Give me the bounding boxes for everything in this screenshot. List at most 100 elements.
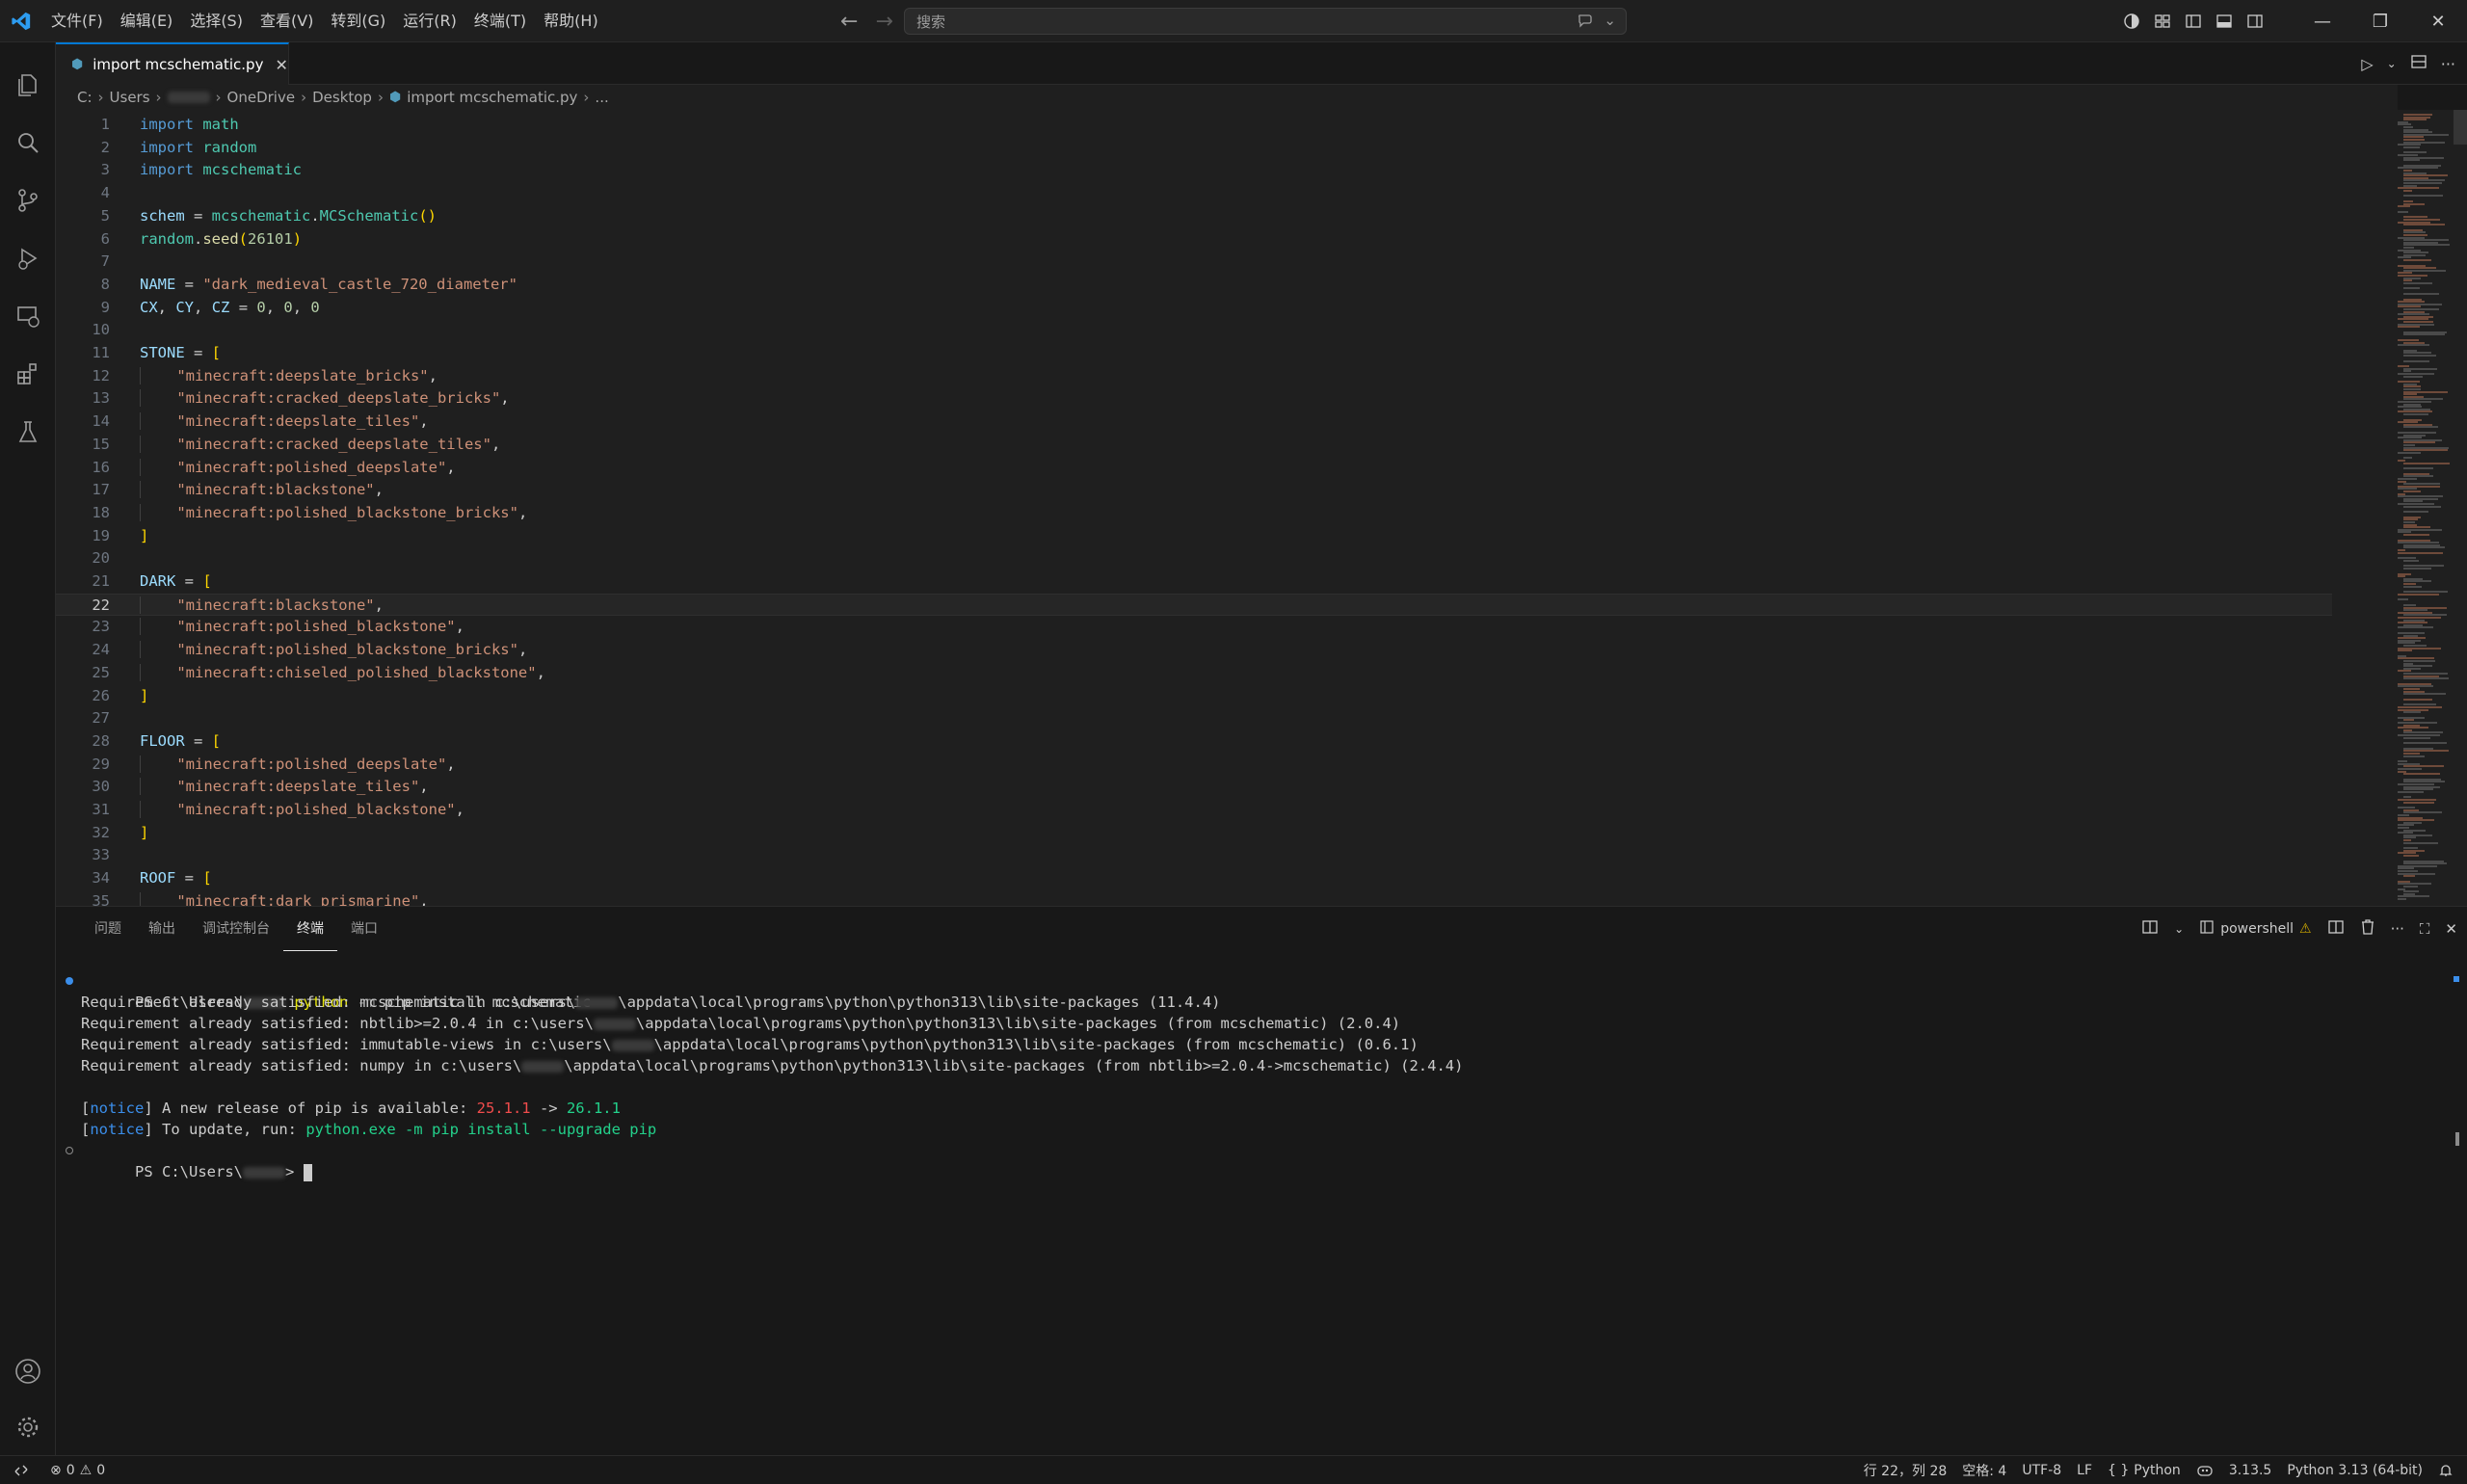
more-actions-icon[interactable]: ···: [2391, 920, 2404, 938]
code-line[interactable]: 32]: [56, 822, 2332, 845]
code-line[interactable]: 20: [56, 547, 2332, 570]
forward-arrow-icon[interactable]: →: [875, 10, 892, 34]
menu-selection[interactable]: 选择(S): [181, 0, 252, 42]
maximize-panel-icon[interactable]: ⛶: [2420, 920, 2430, 938]
testing-flask-icon[interactable]: [0, 404, 56, 460]
code-line[interactable]: 24 "minecraft:polished_blackstone_bricks…: [56, 639, 2332, 662]
code-line[interactable]: 27: [56, 707, 2332, 730]
code-line[interactable]: 19]: [56, 525, 2332, 548]
remote-explorer-icon[interactable]: [0, 288, 56, 344]
menu-go[interactable]: 转到(G): [322, 0, 394, 42]
split-editor-icon[interactable]: [2410, 53, 2427, 74]
breadcrumb-users[interactable]: Users: [110, 89, 150, 106]
language-mode[interactable]: { } Python: [2100, 1456, 2188, 1484]
menu-view[interactable]: 查看(V): [252, 0, 322, 42]
menu-edit[interactable]: 编辑(E): [112, 0, 182, 42]
code-line[interactable]: 13 "minecraft:cracked_deepslate_bricks",: [56, 387, 2332, 411]
menu-help[interactable]: 帮助(H): [535, 0, 607, 42]
command-center-search[interactable]: 搜索 ⌄: [904, 8, 1627, 35]
command-pending-icon[interactable]: [66, 1147, 73, 1154]
code-line[interactable]: 26]: [56, 685, 2332, 708]
menu-file[interactable]: 文件(F): [42, 0, 112, 42]
back-arrow-icon[interactable]: ←: [840, 10, 858, 34]
code-line[interactable]: 8 NAME = "dark_medieval_castle_720_diamet…: [56, 274, 2332, 297]
python-version-short[interactable]: 3.13.5: [2221, 1456, 2280, 1484]
code-line[interactable]: 22 "minecraft:blackstone",: [56, 593, 2332, 617]
close-window-icon[interactable]: ✕: [2409, 0, 2467, 42]
python-interpreter[interactable]: Python 3.13 (64-bit): [2279, 1456, 2430, 1484]
problems-status[interactable]: ⊗ 0 ⚠ 0: [42, 1456, 113, 1484]
breadcrumb-more[interactable]: ...: [595, 89, 608, 106]
code-line[interactable]: 12 "minecraft:deepslate_bricks",: [56, 365, 2332, 388]
command-success-icon[interactable]: [66, 977, 73, 985]
code-line[interactable]: 1 import math: [56, 114, 2332, 137]
remote-indicator-icon[interactable]: [0, 1456, 42, 1484]
close-panel-icon[interactable]: ✕: [2445, 920, 2457, 938]
code-line[interactable]: 31 "minecraft:polished_blackstone",: [56, 799, 2332, 822]
editor-scrollbar[interactable]: [2454, 110, 2467, 906]
more-actions-icon[interactable]: ···: [2441, 55, 2455, 73]
breadcrumb-drive[interactable]: C:: [77, 89, 93, 106]
tab-debug-console[interactable]: 调试控制台: [189, 907, 283, 951]
code-line[interactable]: 15 "minecraft:cracked_deepslate_tiles",: [56, 434, 2332, 457]
code-line[interactable]: 33: [56, 844, 2332, 867]
notifications-bell-icon[interactable]: [2430, 1456, 2461, 1484]
code-line[interactable]: 23 "minecraft:polished_blackstone",: [56, 616, 2332, 639]
code-line[interactable]: 5 schem = mcschematic.MCSchematic(): [56, 205, 2332, 228]
tab-problems[interactable]: 问题: [81, 907, 135, 951]
code-line[interactable]: 34 ROOF = [: [56, 867, 2332, 890]
code-line[interactable]: 17 "minecraft:blackstone",: [56, 479, 2332, 502]
tab-output[interactable]: 输出: [135, 907, 189, 951]
copilot-chat-icon[interactable]: [1577, 12, 1594, 33]
scrollbar-thumb[interactable]: [2454, 110, 2467, 145]
explorer-icon[interactable]: [0, 57, 56, 113]
end-of-line[interactable]: LF: [2069, 1456, 2100, 1484]
tab-terminal[interactable]: 终端: [283, 907, 337, 951]
chevron-down-icon[interactable]: ⌄: [2387, 57, 2397, 70]
code-line[interactable]: 7: [56, 251, 2332, 274]
encoding[interactable]: UTF-8: [2014, 1456, 2069, 1484]
trash-icon[interactable]: [2360, 918, 2375, 940]
code-line[interactable]: 6 random.seed(26101): [56, 228, 2332, 252]
tab-ports[interactable]: 端口: [337, 907, 391, 951]
code-line[interactable]: 10: [56, 319, 2332, 342]
breadcrumb-file[interactable]: import mcschematic.py: [407, 89, 577, 106]
toggle-secondary-sidebar-icon[interactable]: [2240, 0, 2270, 42]
terminal-selector[interactable]: powershell ⚠: [2199, 919, 2312, 939]
menu-run[interactable]: 运行(R): [394, 0, 465, 42]
accounts-icon[interactable]: [0, 1343, 56, 1399]
tab-import-mcschematic[interactable]: ⬢ import mcschematic.py ✕: [56, 42, 289, 85]
chevron-down-icon[interactable]: ⌄: [1604, 12, 1616, 33]
copilot-icon[interactable]: [2116, 0, 2147, 42]
customize-layout-icon[interactable]: [2147, 0, 2178, 42]
code-line[interactable]: 2 import random: [56, 137, 2332, 160]
minimize-icon[interactable]: —: [2294, 0, 2351, 42]
chevron-down-icon[interactable]: ⌄: [2174, 922, 2184, 936]
code-line[interactable]: 25 "minecraft:chiseled_polished_blacksto…: [56, 662, 2332, 685]
toggle-panel-icon[interactable]: [2209, 0, 2240, 42]
close-icon[interactable]: ✕: [275, 56, 287, 74]
code-line[interactable]: 16 "minecraft:polished_deepslate",: [56, 457, 2332, 480]
breadcrumb-onedrive[interactable]: OneDrive: [227, 89, 296, 106]
breadcrumb-desktop[interactable]: Desktop: [312, 89, 372, 106]
cursor-position[interactable]: 行 22，列 28: [1856, 1456, 1955, 1484]
run-debug-icon[interactable]: [0, 230, 56, 286]
extensions-icon[interactable]: [0, 346, 56, 402]
code-line[interactable]: 3 import mcschematic: [56, 159, 2332, 182]
indentation[interactable]: 空格: 4: [1954, 1456, 2014, 1484]
copilot-status-icon[interactable]: [2188, 1456, 2221, 1484]
split-terminal-icon[interactable]: [2327, 918, 2345, 940]
code-line[interactable]: 30 "minecraft:deepslate_tiles",: [56, 776, 2332, 799]
code-line[interactable]: 11 STONE = [: [56, 342, 2332, 365]
code-line[interactable]: 21 DARK = [: [56, 570, 2332, 594]
code-editor[interactable]: 1 import math 2 import random 3 import mcsche…: [56, 110, 2467, 906]
menu-terminal[interactable]: 终端(T): [465, 0, 535, 42]
code-line[interactable]: 28 FLOOR = [: [56, 730, 2332, 754]
code-line[interactable]: 9 CX, CY, CZ = 0, 0, 0: [56, 297, 2332, 320]
settings-gear-icon[interactable]: [0, 1399, 56, 1455]
search-icon[interactable]: [0, 115, 56, 171]
vscode-logo-icon[interactable]: [0, 0, 42, 42]
code-line[interactable]: 4: [56, 182, 2332, 205]
terminal-prompt-line[interactable]: PS C:\Users\ >: [66, 1140, 312, 1181]
source-control-icon[interactable]: [0, 172, 56, 228]
